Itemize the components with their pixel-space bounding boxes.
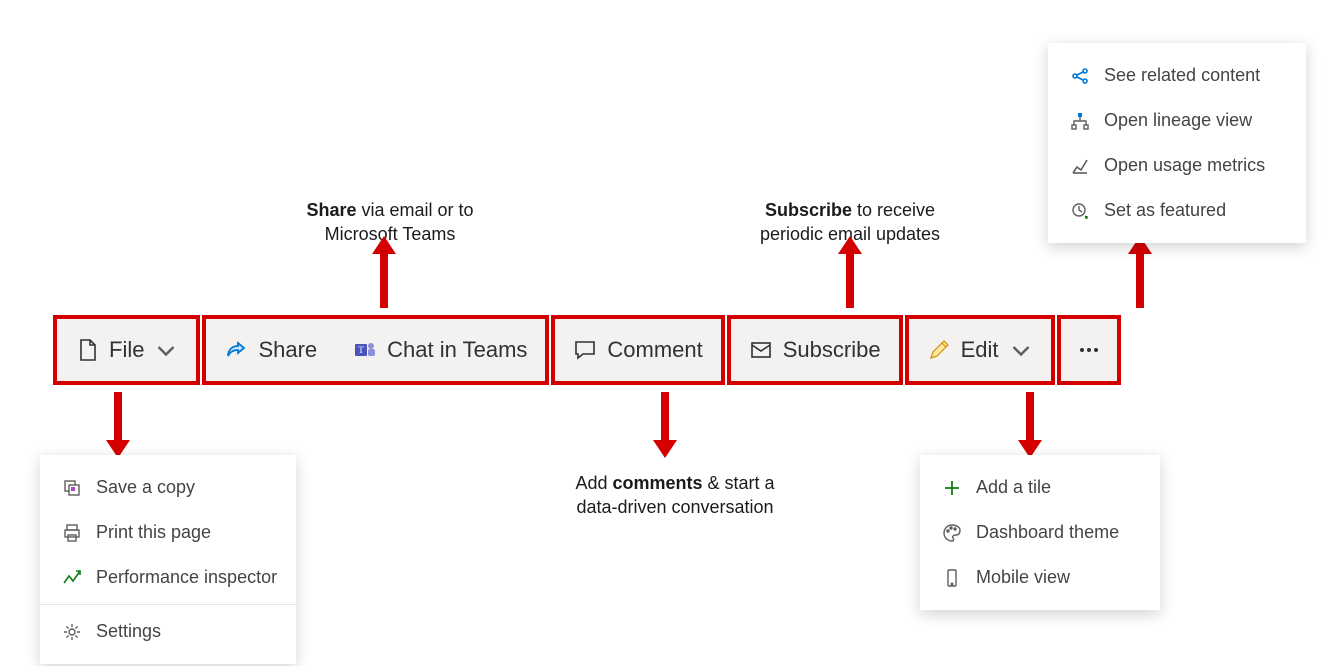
- metrics-icon: [1070, 156, 1090, 176]
- chevron-down-icon: [154, 338, 178, 362]
- menu-label: Performance inspector: [96, 567, 277, 588]
- print-icon: [62, 523, 82, 543]
- share-nodes-icon: [1070, 66, 1090, 86]
- file-label: File: [109, 337, 144, 363]
- open-lineage-view-item[interactable]: Open lineage view: [1048, 98, 1306, 143]
- menu-label: See related content: [1104, 65, 1260, 86]
- menu-label: Dashboard theme: [976, 522, 1119, 543]
- featured-icon: [1070, 201, 1090, 221]
- more-button[interactable]: [1061, 319, 1117, 381]
- edit-button[interactable]: Edit: [909, 319, 1051, 381]
- comment-group: Comment: [551, 315, 724, 385]
- share-group: Share T Chat in Teams: [202, 315, 549, 385]
- gear-icon: [62, 622, 82, 642]
- edit-menu: Add a tile Dashboard theme Mobile view: [920, 455, 1160, 610]
- pencil-icon: [927, 338, 951, 362]
- see-related-content-item[interactable]: See related content: [1048, 53, 1306, 98]
- comment-button[interactable]: Comment: [555, 319, 720, 381]
- comment-icon: [573, 338, 597, 362]
- share-icon: [224, 338, 248, 362]
- settings-item[interactable]: Settings: [40, 609, 296, 654]
- file-icon: [75, 338, 99, 362]
- dashboard-toolbar: File Share T Chat in Teams Comment: [53, 315, 1123, 385]
- mobile-icon: [942, 568, 962, 588]
- menu-label: Open usage metrics: [1104, 155, 1265, 176]
- comment-caption: Add comments & start a data-driven conve…: [545, 471, 805, 520]
- mail-icon: [749, 338, 773, 362]
- print-page-item[interactable]: Print this page: [40, 510, 296, 555]
- edit-label: Edit: [961, 337, 999, 363]
- dashboard-theme-item[interactable]: Dashboard theme: [920, 510, 1160, 555]
- palette-icon: [942, 523, 962, 543]
- performance-icon: [62, 568, 82, 588]
- save-copy-icon: [62, 478, 82, 498]
- menu-label: Mobile view: [976, 567, 1070, 588]
- lineage-icon: [1070, 111, 1090, 131]
- chat-label: Chat in Teams: [387, 337, 527, 363]
- menu-label: Set as featured: [1104, 200, 1226, 221]
- subscribe-button[interactable]: Subscribe: [731, 319, 899, 381]
- menu-label: Save a copy: [96, 477, 195, 498]
- plus-icon: [942, 478, 962, 498]
- share-label: Share: [258, 337, 317, 363]
- set-as-featured-item[interactable]: Set as featured: [1048, 188, 1306, 233]
- teams-icon: T: [353, 338, 377, 362]
- subscribe-group: Subscribe: [727, 315, 903, 385]
- more-menu: See related content Open lineage view Op…: [1048, 43, 1306, 243]
- comment-label: Comment: [607, 337, 702, 363]
- file-group: File: [53, 315, 200, 385]
- open-usage-metrics-item[interactable]: Open usage metrics: [1048, 143, 1306, 188]
- svg-text:T: T: [358, 345, 364, 355]
- performance-inspector-item[interactable]: Performance inspector: [40, 555, 296, 600]
- file-menu: Save a copy Print this page Performance …: [40, 455, 296, 664]
- save-a-copy-item[interactable]: Save a copy: [40, 465, 296, 510]
- more-icon: [1077, 338, 1101, 362]
- edit-group: Edit: [905, 315, 1055, 385]
- menu-label: Add a tile: [976, 477, 1051, 498]
- menu-label: Open lineage view: [1104, 110, 1252, 131]
- share-button[interactable]: Share: [206, 319, 335, 381]
- file-button[interactable]: File: [57, 319, 196, 381]
- menu-label: Settings: [96, 621, 161, 642]
- menu-label: Print this page: [96, 522, 211, 543]
- chat-in-teams-button[interactable]: T Chat in Teams: [335, 319, 545, 381]
- more-group: [1057, 315, 1121, 385]
- subscribe-label: Subscribe: [783, 337, 881, 363]
- chevron-down-icon: [1009, 338, 1033, 362]
- mobile-view-item[interactable]: Mobile view: [920, 555, 1160, 600]
- add-tile-item[interactable]: Add a tile: [920, 465, 1160, 510]
